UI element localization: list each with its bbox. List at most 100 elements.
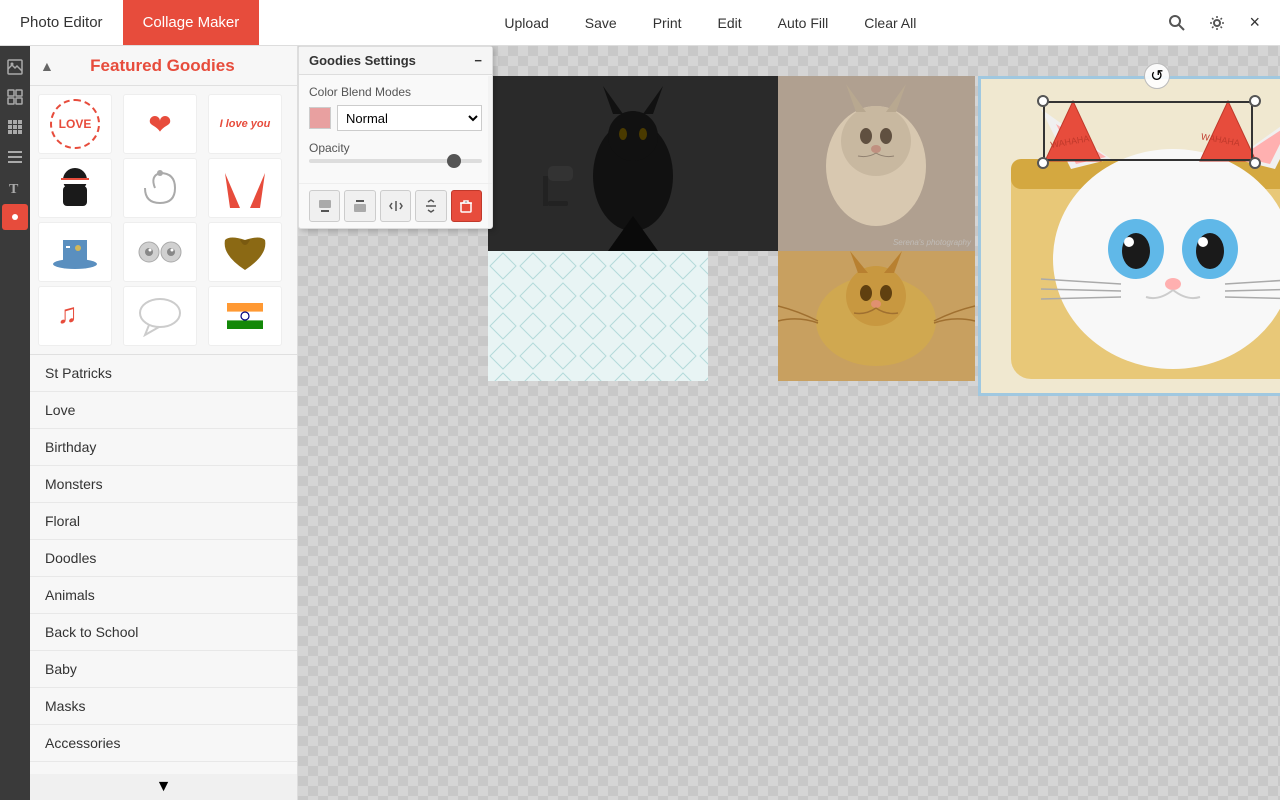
ninja-svg	[53, 164, 97, 212]
scroll-up-arrow[interactable]: ▲	[40, 58, 54, 74]
scroll-down-arrow[interactable]: ▼	[30, 774, 297, 800]
sticker-eyes[interactable]	[123, 222, 197, 282]
blend-mode-select[interactable]: Normal Multiply Screen Overlay	[337, 105, 482, 131]
icon-bar-grid[interactable]	[2, 114, 28, 140]
category-list: St Patricks Love Birthday Monsters Flora…	[30, 355, 297, 774]
category-baby[interactable]: Baby	[30, 651, 297, 688]
sticker-swirl[interactable]	[123, 158, 197, 218]
flip-v-icon	[424, 199, 438, 213]
color-blend-row: Normal Multiply Screen Overlay	[309, 105, 482, 131]
rotate-icon: ↺	[1150, 66, 1163, 86]
category-love[interactable]: Love	[30, 392, 297, 429]
auto-fill-button[interactable]: Auto Fill	[760, 0, 847, 46]
pattern-image	[488, 251, 708, 381]
tab-collage-maker[interactable]: Collage Maker	[123, 0, 260, 45]
handle-tl-sticker[interactable]	[1037, 95, 1049, 107]
text-icon: T	[7, 179, 23, 195]
trash-icon	[459, 199, 473, 213]
category-monsters[interactable]: Monsters	[30, 466, 297, 503]
goodies-settings-panel: Goodies Settings − Color Blend Modes Nor…	[298, 46, 493, 229]
horns-sticker-overlay: WAHAHA WAHAHA	[1041, 99, 1261, 164]
photo-tabby[interactable]	[778, 251, 975, 381]
icon-bar-stickers[interactable]	[2, 204, 28, 230]
horns-svg	[220, 168, 270, 208]
mid-collage: Serena's photography	[778, 76, 975, 381]
tabby-image	[778, 251, 975, 381]
search-icon	[1169, 15, 1185, 31]
speech-bubble-svg	[137, 295, 183, 337]
main-layout: T ▲ Featured Goodies LOVE ❤ I love you	[0, 46, 1280, 800]
category-masks[interactable]: Masks	[30, 688, 297, 725]
delete-sticker-button[interactable]	[451, 190, 482, 222]
flip-horizontal-button[interactable]	[380, 190, 411, 222]
kitten-bw-image	[778, 76, 975, 251]
clear-all-button[interactable]: Clear All	[846, 0, 934, 46]
photo-black-cat[interactable]	[488, 76, 778, 251]
goodies-panel-header: Goodies Settings −	[299, 47, 492, 75]
search-button[interactable]	[1161, 7, 1193, 39]
category-floral[interactable]: Floral	[30, 503, 297, 540]
tab-photo-editor[interactable]: Photo Editor	[0, 0, 123, 45]
sticker-flag[interactable]	[208, 286, 282, 346]
svg-text:♫: ♫	[57, 298, 78, 329]
swirl-svg	[140, 168, 180, 208]
photo-pattern[interactable]	[488, 251, 708, 381]
left-collage	[488, 76, 778, 381]
sticker-ninja[interactable]	[38, 158, 112, 218]
panel-toolbar	[299, 183, 492, 228]
handle-br-sticker[interactable]	[1249, 157, 1261, 169]
selected-photo-white-cat[interactable]: WAHAHA WAHAHA ↺	[978, 76, 1280, 396]
layer-up-icon	[353, 199, 367, 213]
tab-photo-label: Photo Editor	[20, 14, 103, 31]
upload-button[interactable]: Upload	[486, 0, 566, 46]
sticker-heart[interactable]: ❤	[123, 94, 197, 154]
opacity-label: Opacity	[309, 141, 482, 155]
edit-button[interactable]: Edit	[700, 0, 760, 46]
opacity-slider-container	[309, 159, 482, 163]
sticker-speech-bubble[interactable]	[123, 286, 197, 346]
sticker-horns[interactable]	[208, 158, 282, 218]
category-accessories[interactable]: Accessories	[30, 725, 297, 762]
color-swatch[interactable]	[309, 107, 331, 129]
minimize-button[interactable]: −	[474, 53, 482, 68]
stickers-icon	[7, 209, 23, 225]
layer-up-button[interactable]	[344, 190, 375, 222]
icon-bar-text[interactable]: T	[2, 174, 28, 200]
handle-tr-sticker[interactable]	[1249, 95, 1261, 107]
black-cat-image	[488, 76, 778, 251]
icon-bar-image[interactable]	[2, 54, 28, 80]
sticker-love-circle[interactable]: LOVE	[38, 94, 112, 154]
icon-bar: T	[0, 46, 30, 800]
gear-icon	[1209, 15, 1225, 31]
eyes-svg	[135, 237, 185, 267]
sticker-beard[interactable]	[208, 222, 282, 282]
india-flag-svg	[222, 295, 268, 337]
flip-h-icon	[389, 199, 403, 213]
sticker-music[interactable]: ♫	[38, 286, 112, 346]
music-svg: ♫	[55, 295, 95, 337]
rotate-handle[interactable]: ↺	[1144, 63, 1170, 89]
photo-watermark: Serena's photography	[893, 238, 971, 247]
save-button[interactable]: Save	[567, 0, 635, 46]
sticker-hat[interactable]	[38, 222, 112, 282]
handle-bl-sticker[interactable]	[1037, 157, 1049, 169]
photo-kitten-bw[interactable]: Serena's photography	[778, 76, 975, 251]
print-button[interactable]: Print	[635, 0, 700, 46]
icon-bar-collage[interactable]	[2, 84, 28, 110]
category-animals[interactable]: Animals	[30, 577, 297, 614]
opacity-thumb[interactable]	[447, 154, 461, 168]
flip-vertical-button[interactable]	[415, 190, 446, 222]
topbar-tabs: Photo Editor Collage Maker	[0, 0, 259, 45]
category-doodles[interactable]: Doodles	[30, 540, 297, 577]
featured-goodies-title: Featured Goodies	[90, 56, 235, 76]
category-back-to-school[interactable]: Back to School	[30, 614, 297, 651]
category-st-patricks[interactable]: St Patricks	[30, 355, 297, 392]
category-facial[interactable]: Facial	[30, 762, 297, 774]
settings-button[interactable]	[1201, 7, 1233, 39]
icon-bar-lines[interactable]	[2, 144, 28, 170]
canvas-area[interactable]: Goodies Settings − Color Blend Modes Nor…	[298, 46, 1280, 800]
category-birthday[interactable]: Birthday	[30, 429, 297, 466]
close-button[interactable]: ×	[1241, 12, 1268, 33]
layer-down-button[interactable]	[309, 190, 340, 222]
sticker-iloveyou[interactable]: I love you	[208, 94, 282, 154]
